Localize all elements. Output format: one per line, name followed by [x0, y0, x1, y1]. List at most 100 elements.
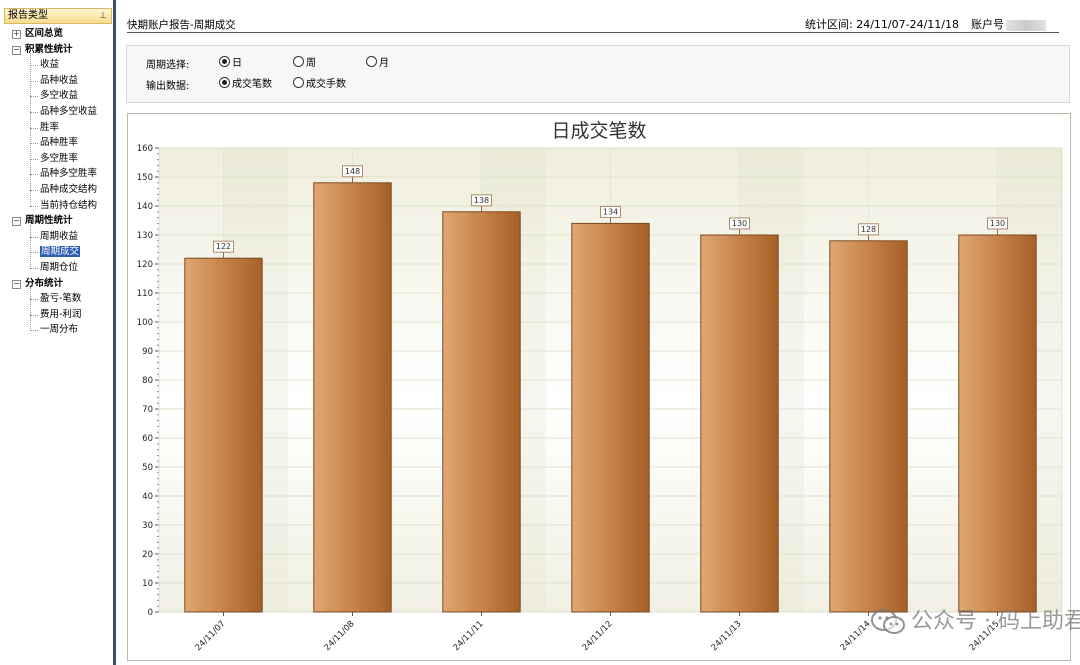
period-radio-week[interactable]: 周 — [293, 56, 316, 69]
tree-item-label: 收益 — [40, 59, 60, 71]
tree-connector — [30, 268, 38, 269]
tree-item-label: 当前持仓结构 — [40, 199, 98, 211]
report-header: 快期账户报告-周期成交 统计区间: 24/11/07-24/11/18 账户号 — [127, 16, 1059, 33]
period-label: 周期选择: — [146, 60, 190, 71]
period-radio-label: 月 — [379, 58, 389, 69]
tree-item[interactable]: 周期收益 — [40, 229, 78, 244]
tree-connector — [30, 299, 38, 301]
y-tick-label: 70 — [142, 405, 153, 415]
collapse-icon[interactable]: − — [12, 45, 21, 55]
data-label: 130 — [732, 219, 747, 228]
radio-icon — [293, 77, 304, 88]
account-label-text: 账户号 — [971, 18, 1004, 31]
period-radio-month[interactable]: 月 — [366, 56, 389, 69]
radio-icon — [219, 77, 230, 88]
wechat-icon — [871, 609, 905, 634]
x-tick-label: 24/11/07 — [194, 619, 228, 653]
tree-item[interactable]: 多空胜率 — [40, 151, 78, 166]
tree-item[interactable]: 盈亏-笔数 — [40, 291, 81, 306]
y-tick-label: 10 — [142, 579, 153, 589]
tree-item-label: 品种多空胜率 — [40, 168, 98, 180]
tree-item[interactable]: 品种收益 — [40, 73, 78, 88]
output-radio-label: 成交笔数 — [232, 79, 272, 90]
tree-item-label: 一周分布 — [40, 324, 79, 336]
tree-group-2[interactable]: 周期性统计 — [25, 213, 73, 228]
main-panel: 快期账户报告-周期成交 统计区间: 24/11/07-24/11/18 账户号 … — [119, 0, 1080, 665]
tree-connector — [30, 158, 38, 160]
period-radio-label: 周 — [306, 58, 316, 69]
bar — [958, 234, 1037, 613]
tree-group-1[interactable]: 积累性统计 — [25, 42, 73, 57]
radio-icon — [219, 56, 230, 67]
tree-connector — [30, 205, 38, 207]
tree-item[interactable]: 一周分布 — [40, 322, 78, 337]
tree-item-label: 多空收益 — [40, 90, 79, 102]
tree-group-label: 区间总览 — [25, 28, 64, 39]
data-label: 130 — [990, 219, 1005, 228]
y-tick-label: 80 — [142, 376, 153, 386]
tree-connector — [30, 190, 38, 191]
tree-connector — [30, 65, 38, 67]
bar — [313, 182, 392, 613]
tree-group-0[interactable]: 区间总览 — [25, 26, 63, 41]
tree-item[interactable]: 品种多空胜率 — [40, 166, 97, 181]
expand-icon[interactable]: + — [12, 30, 21, 39]
output-radio-trade-count[interactable]: 成交笔数 — [219, 77, 272, 90]
x-tick-label: 24/11/12 — [581, 619, 615, 653]
tree-item[interactable]: 品种多空收益 — [40, 104, 97, 119]
x-tick-label: 24/11/13 — [710, 619, 744, 653]
tree-connector — [30, 53, 31, 207]
x-tick-label: 24/11/14 — [839, 619, 873, 653]
tree-connector — [30, 80, 38, 82]
y-tick-label: 130 — [137, 231, 153, 241]
data-label: 134 — [603, 207, 618, 216]
collapse-icon[interactable]: − — [12, 279, 21, 289]
tree-item[interactable]: 收益 — [40, 57, 59, 72]
collapse-icon[interactable]: − — [12, 217, 21, 227]
tree-item[interactable]: 费用-利润 — [40, 307, 81, 322]
tree-item-label: 品种多空收益 — [40, 106, 98, 117]
tree-item-label: 胜率 — [40, 121, 60, 133]
bar — [700, 234, 779, 613]
options-panel: 周期选择: 日 周 月 输出数据: 成交笔数 成交手数 — [126, 45, 1070, 103]
tree-group-label: 积累性统计 — [25, 43, 73, 55]
watermark: 公众号 · 码上助君 — [871, 603, 1080, 636]
tree-item[interactable]: 品种成交结构 — [40, 182, 97, 197]
tree-item-label: 多空胜率 — [40, 152, 79, 164]
sidebar-header: 报告类型 ⊥ — [4, 8, 112, 24]
sidebar-title: 报告类型 — [8, 10, 48, 21]
pin-icon[interactable]: ⊥ — [99, 9, 107, 23]
bar — [184, 257, 263, 613]
tree-item[interactable]: 周期仓位 — [40, 260, 78, 275]
bar — [442, 211, 521, 613]
tree-connector — [30, 252, 38, 254]
x-tick-label: 24/11/11 — [452, 619, 486, 653]
tree-item[interactable]: 品种胜率 — [40, 135, 78, 150]
tree-group-label: 周期性统计 — [25, 215, 73, 227]
output-radio-label: 成交手数 — [306, 79, 346, 90]
tree-item[interactable]: 当前持仓结构 — [40, 198, 97, 213]
y-tick-label: 150 — [137, 173, 153, 183]
tree-item-label: 周期收益 — [40, 230, 79, 242]
output-radio-lot-count[interactable]: 成交手数 — [293, 77, 346, 90]
tree-item-label: 品种收益 — [40, 74, 79, 86]
bar — [571, 222, 650, 613]
data-label: 148 — [345, 167, 360, 176]
tree-item[interactable]: 多空收益 — [40, 88, 78, 103]
y-tick-label: 60 — [142, 434, 153, 444]
tree-connector — [30, 287, 31, 331]
data-label: 122 — [216, 242, 231, 251]
tree-item[interactable]: 周期成交 — [40, 244, 81, 259]
y-tick-label: 20 — [142, 550, 153, 560]
tree-connector — [30, 236, 38, 238]
bar-chart: 日成交笔数 0 10 20 30 40 50 60 70 80 90 100 110 120 130 140 1… — [137, 120, 1063, 653]
tree-item[interactable]: 胜率 — [40, 120, 59, 135]
period-radio-day[interactable]: 日 — [219, 56, 242, 69]
tree-connector — [30, 174, 38, 176]
radio-icon — [366, 56, 377, 67]
account-label: 账户号 — [971, 16, 1059, 32]
tree-item-label: 周期成交 — [40, 246, 81, 258]
tree-item-label: 盈亏-笔数 — [40, 293, 82, 305]
tree-item-label: 周期仓位 — [40, 262, 79, 273]
data-label: 128 — [861, 225, 876, 234]
